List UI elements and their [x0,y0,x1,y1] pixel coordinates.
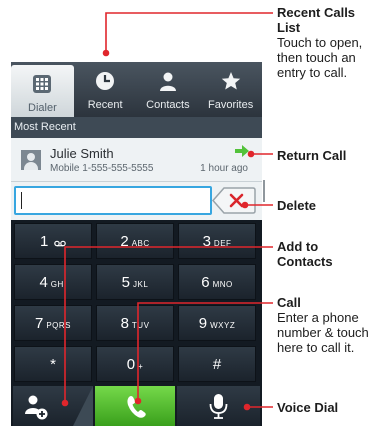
key-4-digit: 4 [39,274,48,291]
star-icon [221,72,240,90]
tab-recent[interactable]: Recent [74,62,137,117]
dialpad-grid-icon [33,75,52,93]
tab-favorites-label: Favorites [208,99,254,111]
key-0-digit: 0 [126,356,136,373]
key-3[interactable]: 3 DEF [178,223,256,259]
tab-bar: Dialer Recent Contacts Favorites [11,62,262,117]
key-3-digit: 3 [202,233,211,250]
tab-dialer-label: Dialer [28,102,57,114]
annotation-return-call-label: Return Call [277,148,347,163]
annotation-delete: Delete [277,198,316,213]
key-8-letters: TUV [131,321,150,330]
annotation-delete-label: Delete [277,198,317,213]
annotation-recent-title: Recent Calls List [277,5,356,35]
avatar [21,150,41,170]
annotation-call-body: Enter a phone number & touch here to cal… [277,310,369,355]
section-header-most-recent: Most Recent [11,117,262,138]
annotation-voice-dial-label: Voice Dial [277,400,339,415]
annotation-add-to-contacts: Add to Contacts [277,239,357,269]
contact-number: Mobile 1-555-555-5555 [50,163,154,174]
key-2[interactable]: 2 ABC [96,223,174,259]
return-call-arrow-icon[interactable] [235,145,249,157]
key-4-letters: GHI [50,280,67,289]
voicemail-icon [51,239,66,248]
scrollbar[interactable] [263,180,265,202]
annotation-return-call: Return Call [277,148,346,163]
annotation-call-title: Call [277,295,301,310]
key-7[interactable]: 7 PQRS [14,305,92,341]
key-6-letters: MNO [212,280,233,289]
key-hash-digit: # [212,356,222,373]
key-8[interactable]: 8 TUV [96,305,174,341]
key-5[interactable]: 5 JKL [96,264,174,300]
key-9[interactable]: 9 WXYZ [178,305,256,341]
key-2-letters: ABC [131,239,150,248]
key-5-digit: 5 [121,274,131,291]
tab-favorites[interactable]: Favorites [199,62,262,117]
add-to-contacts-button[interactable] [13,386,93,426]
annotation-call: Call Enter a phone number & touch here t… [277,295,381,355]
key-7-letters: PQRS [46,321,71,330]
tab-contacts[interactable]: Contacts [137,62,200,117]
delete-icon[interactable] [211,186,257,215]
key-9-digit: 9 [198,315,208,332]
key-0[interactable]: 0 + [96,346,174,382]
call-time: 1 hour ago [200,163,248,174]
key-7-digit: 7 [34,315,44,332]
phone-handset-icon [127,396,146,418]
add-contact-icon [25,386,93,426]
annotation-voice-dial: Voice Dial [277,400,338,415]
key-2-digit: 2 [120,233,129,250]
key-4[interactable]: 4 GHI [14,264,92,300]
annotation-recent-calls: Recent Calls List Touch to open, then to… [277,5,381,80]
key-6[interactable]: 6 MNO [178,264,256,300]
tab-dialer[interactable]: Dialer [11,65,74,117]
dialer-action-bar [11,386,262,426]
recent-call-entry[interactable]: Julie Smith Mobile 1-555-555-5555 1 hour… [11,138,262,182]
key-9-letters: WXYZ [210,321,236,330]
call-button[interactable] [95,386,175,426]
voice-dial-button[interactable] [177,386,260,426]
key-5-letters: JKL [133,280,149,289]
key-1-digit: 1 [39,233,49,250]
contact-name: Julie Smith [50,146,114,161]
key-3-letters: DEF [213,239,232,248]
key-star[interactable]: * [14,346,92,382]
person-icon [159,72,176,91]
key-hash[interactable]: # [178,346,256,382]
microphone-icon [209,394,228,419]
tab-contacts-label: Contacts [146,99,190,111]
key-8-digit: 8 [120,315,129,332]
tab-recent-label: Recent [87,99,123,111]
annotation-recent-body: Touch to open, then touch an entry to ca… [277,35,363,80]
key-star-digit: * [50,356,56,373]
phone-number-field[interactable] [14,186,212,215]
key-0-letters: + [138,362,144,371]
key-1[interactable]: 1 [14,223,92,259]
annotation-add-to-contacts-label: Add to Contacts [277,239,333,269]
dial-keypad: 1 2 ABC 3 DEF 4 GHI 5 JKL 6 MNO 7 PQRS 8 TUV 9W… [11,220,262,386]
key-6-digit: 6 [201,274,210,291]
clock-icon [96,72,115,90]
number-entry-area [11,182,262,220]
phone-screen: Dialer Recent Contacts Favorites Most Re… [11,62,262,426]
